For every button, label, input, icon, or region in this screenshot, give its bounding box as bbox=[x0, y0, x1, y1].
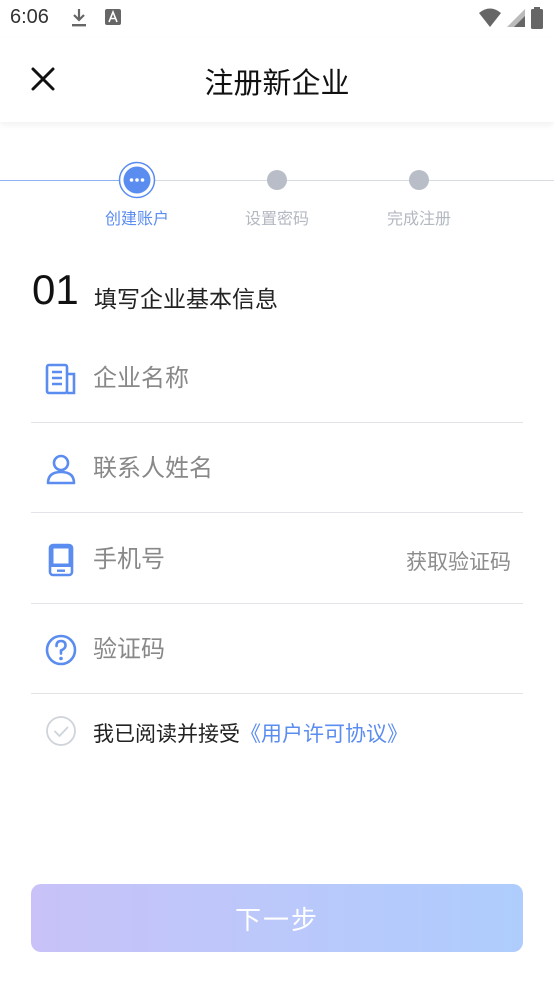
signal-icon bbox=[507, 9, 525, 27]
title-bar: 注册新企业 bbox=[0, 38, 554, 122]
code-row bbox=[31, 603, 523, 694]
contact-name-row bbox=[31, 422, 523, 513]
phone-row: 获取验证码 bbox=[31, 513, 523, 604]
page-title: 注册新企业 bbox=[204, 66, 350, 100]
get-code-button[interactable]: 获取验证码 bbox=[406, 546, 511, 576]
agreement-prefix: 我已阅读并接受 bbox=[93, 722, 240, 746]
agreement-text: 我已阅读并接受《用户许可协议》 bbox=[93, 718, 408, 748]
question-icon bbox=[45, 634, 77, 666]
step-dot bbox=[409, 170, 429, 190]
step-dot bbox=[267, 170, 287, 190]
section-number: 01 bbox=[32, 266, 79, 313]
company-name-input[interactable] bbox=[93, 358, 393, 398]
person-icon bbox=[46, 454, 76, 485]
stepper-line-pending bbox=[152, 180, 554, 181]
company-name-row bbox=[31, 332, 523, 423]
font-notification-icon bbox=[105, 9, 121, 25]
phone-input[interactable] bbox=[93, 539, 373, 579]
wifi-icon bbox=[479, 8, 501, 27]
agreement-row: 我已阅读并接受《用户许可协议》 bbox=[45, 712, 525, 752]
status-bar: 6:06 bbox=[0, 0, 554, 38]
agreement-checkbox[interactable] bbox=[45, 715, 77, 747]
document-icon bbox=[45, 363, 76, 395]
step-label: 创建账户 bbox=[104, 209, 169, 228]
next-step-button[interactable]: 下一步 bbox=[31, 884, 523, 952]
registration-stepper: 创建账户 设置密码 完成注册 bbox=[0, 150, 554, 240]
verification-code-input[interactable] bbox=[93, 629, 393, 669]
step-label: 完成注册 bbox=[386, 209, 451, 228]
step-active-dot-icon bbox=[118, 161, 156, 199]
battery-icon bbox=[531, 7, 543, 29]
user-license-link[interactable]: 《用户许可协议》 bbox=[240, 722, 408, 746]
contact-name-input[interactable] bbox=[93, 448, 393, 488]
status-time: 6:06 bbox=[10, 6, 49, 28]
step-label: 设置密码 bbox=[244, 209, 309, 228]
phone-icon bbox=[48, 543, 74, 577]
stepper-line-completed bbox=[0, 180, 122, 181]
system-icons bbox=[478, 6, 544, 30]
section-title: 填写企业基本信息 bbox=[94, 287, 278, 313]
download-icon bbox=[72, 9, 86, 27]
